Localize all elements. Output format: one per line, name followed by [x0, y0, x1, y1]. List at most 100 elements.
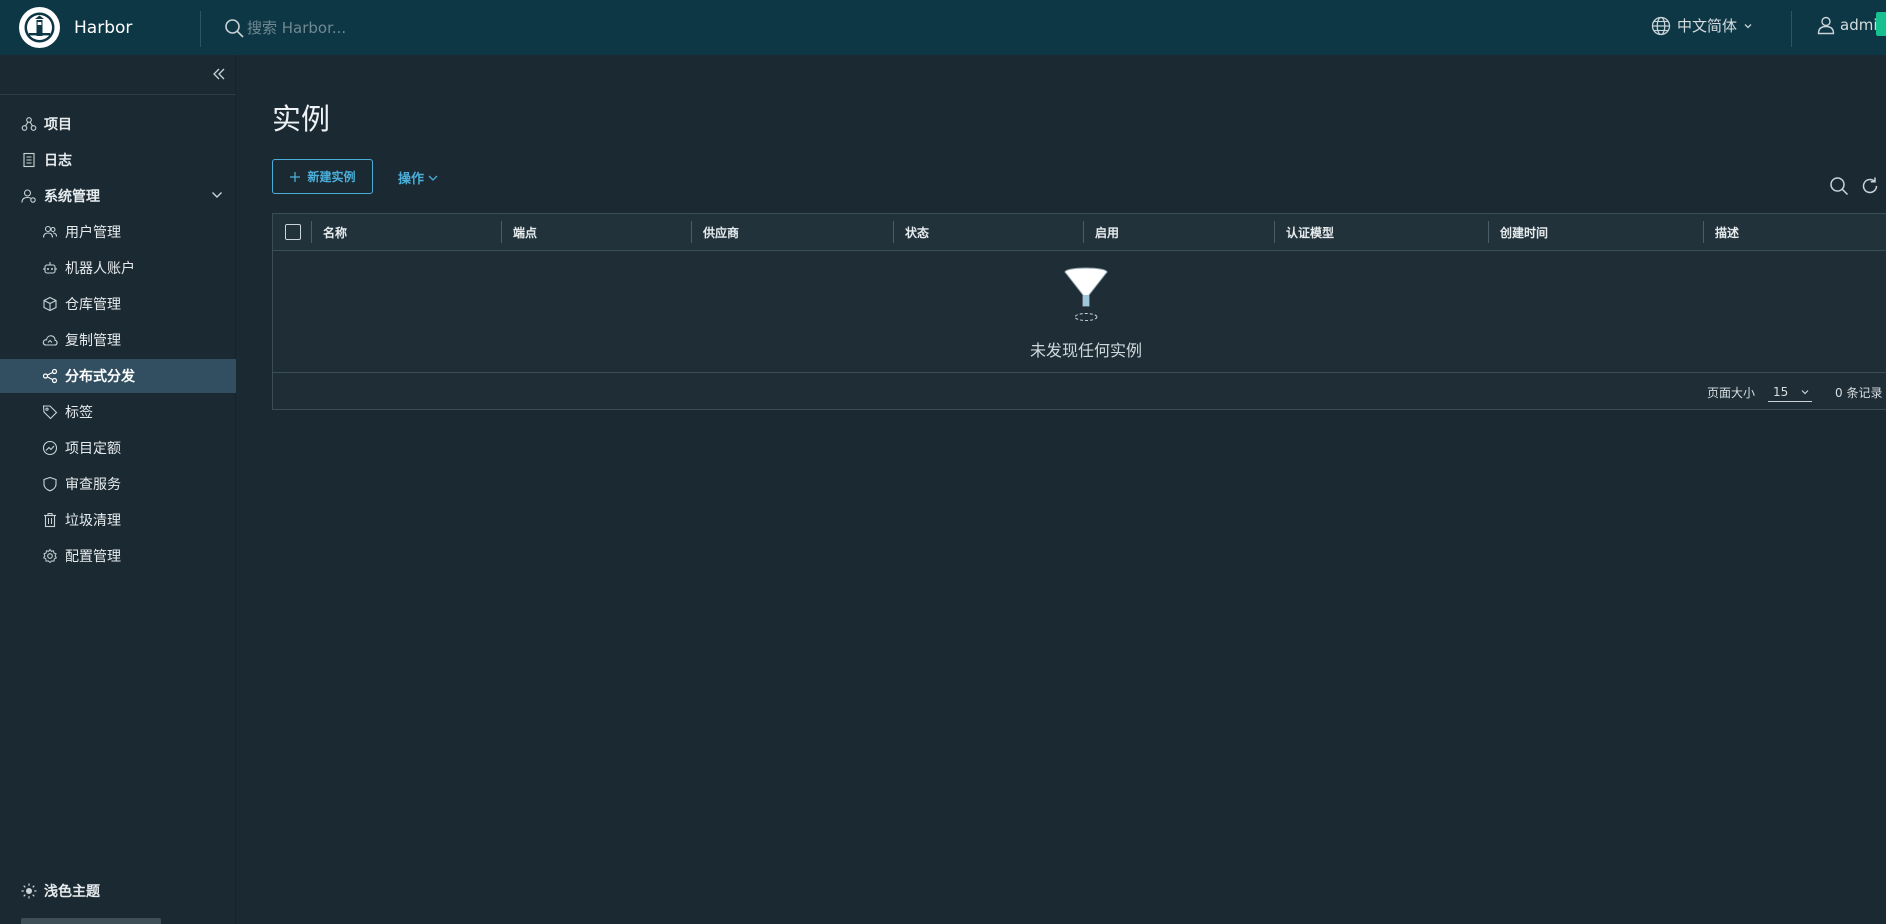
sidebar-item-label: 项目定额 — [65, 441, 121, 457]
refresh-button[interactable] — [1860, 176, 1880, 200]
page-size-select[interactable]: 15 — [1768, 382, 1812, 402]
sidebar-item-label: 项目 — [44, 117, 72, 133]
column-header-name[interactable]: 名称 — [311, 214, 501, 250]
user-status-badge — [1876, 12, 1886, 36]
chevron-down-icon — [212, 192, 222, 198]
table-header: 名称 端点 供应商 状态 启用 认证模型 创建时间 描述 — [273, 214, 1886, 251]
grid-search-button[interactable] — [1829, 176, 1849, 200]
sidebar-item-logs[interactable]: 日志 — [0, 143, 236, 177]
users-icon — [42, 225, 58, 238]
sidebar-item-garbage-collection[interactable]: 垃圾清理 — [0, 503, 236, 537]
quota-icon — [42, 440, 58, 456]
version-info-truncated — [21, 916, 181, 924]
harbor-logo-icon — [19, 7, 60, 48]
header-divider-right — [1791, 11, 1792, 47]
sidebar-item-projects[interactable]: 项目 — [0, 107, 236, 141]
admin-icon — [21, 189, 36, 203]
top-header: Harbor 中文简体 admin — [0, 0, 1886, 55]
brand[interactable]: Harbor — [0, 0, 200, 55]
sidebar-item-label: 复制管理 — [65, 333, 121, 349]
theme-toggle-button[interactable]: 浅色主题 — [21, 881, 100, 901]
empty-message: 未发现任何实例 — [1029, 341, 1142, 360]
column-header-creation-time[interactable]: 创建时间 — [1488, 214, 1703, 250]
header-divider — [200, 11, 201, 47]
column-label: 名称 — [323, 225, 348, 240]
search-input[interactable] — [247, 16, 467, 40]
gear-icon — [42, 548, 58, 564]
sidebar-item-label: 系统管理 — [44, 189, 100, 205]
column-label: 端点 — [513, 225, 538, 240]
trash-icon — [44, 513, 56, 528]
new-instance-button[interactable]: 新建实例 — [272, 159, 373, 194]
column-label: 创建时间 — [1500, 225, 1549, 240]
global-search[interactable] — [224, 16, 467, 40]
sidebar: 项目 日志 系统管理 用户管理 机器人账户 仓库管理 复制管理 分布式分发 标签… — [0, 55, 236, 924]
theme-toggle-label: 浅色主题 — [44, 884, 100, 900]
sun-icon — [21, 883, 37, 899]
new-instance-label: 新建实例 — [307, 170, 356, 184]
shield-icon — [43, 476, 57, 492]
sidebar-item-users[interactable]: 用户管理 — [0, 215, 236, 249]
search-icon — [1830, 177, 1849, 196]
column-header-status[interactable]: 状态 — [893, 214, 1083, 250]
sidebar-item-label: 垃圾清理 — [65, 513, 121, 529]
column-label: 描述 — [1715, 225, 1740, 240]
replication-icon — [42, 335, 58, 346]
logs-icon — [23, 152, 35, 168]
select-all-checkbox[interactable] — [285, 224, 301, 240]
sidebar-collapse-button[interactable] — [210, 65, 228, 83]
page-size-value: 15 — [1773, 384, 1789, 399]
share-icon — [42, 368, 58, 384]
sidebar-item-label: 日志 — [44, 153, 72, 169]
sidebar-item-distributions[interactable]: 分布式分发 — [0, 359, 236, 393]
column-label: 供应商 — [703, 225, 740, 240]
column-label: 状态 — [905, 225, 930, 240]
empty-funnel-icon — [1064, 267, 1108, 321]
actions-dropdown[interactable]: 操作 — [398, 168, 439, 187]
search-icon — [225, 18, 244, 38]
sidebar-item-configuration[interactable]: 配置管理 — [0, 539, 236, 573]
sidebar-item-interrogation-services[interactable]: 审查服务 — [0, 467, 236, 501]
column-header-vendor[interactable]: 供应商 — [691, 214, 893, 250]
column-header-description[interactable]: 描述 — [1703, 214, 1886, 250]
sidebar-item-label: 机器人账户 — [65, 261, 135, 277]
sidebar-item-label: 分布式分发 — [65, 369, 135, 385]
language-label: 中文简体 — [1677, 17, 1738, 35]
projects-icon — [21, 117, 37, 131]
globe-icon — [1651, 16, 1671, 35]
tag-icon — [42, 405, 58, 420]
user-icon — [1817, 16, 1835, 35]
double-chevron-left-icon — [213, 68, 225, 80]
column-header-auth-mode[interactable]: 认证模型 — [1274, 214, 1488, 250]
total-records: 0 条记录 — [1835, 386, 1883, 400]
table-footer: 页面大小 15 0 条记录 — [273, 372, 1886, 410]
robot-icon — [43, 262, 57, 274]
sidebar-item-label: 用户管理 — [65, 225, 121, 241]
column-label: 认证模型 — [1286, 225, 1335, 240]
brand-name: Harbor — [74, 17, 133, 38]
sidebar-item-admin[interactable]: 系统管理 — [0, 179, 236, 213]
sidebar-item-registries[interactable]: 仓库管理 — [0, 287, 236, 321]
sidebar-item-labels[interactable]: 标签 — [0, 395, 236, 429]
sidebar-item-label: 审查服务 — [65, 477, 121, 493]
chevron-down-icon — [1744, 23, 1752, 28]
sidebar-item-label: 仓库管理 — [65, 297, 121, 313]
sidebar-item-replications[interactable]: 复制管理 — [0, 323, 236, 357]
sidebar-item-label: 配置管理 — [65, 549, 121, 565]
sidebar-item-quotas[interactable]: 项目定额 — [0, 431, 236, 465]
sidebar-item-robot-accounts[interactable]: 机器人账户 — [0, 251, 236, 285]
instances-table: 名称 端点 供应商 状态 启用 认证模型 创建时间 描述 未发现任何实例 页面大… — [272, 213, 1886, 410]
language-selector[interactable]: 中文简体 — [1651, 15, 1753, 36]
column-header-enabled[interactable]: 启用 — [1083, 214, 1273, 250]
actions-label: 操作 — [398, 172, 425, 187]
column-header-endpoint[interactable]: 端点 — [501, 214, 691, 250]
empty-placeholder: 未发现任何实例 — [273, 251, 1886, 372]
registry-icon — [43, 296, 57, 312]
page-title: 实例 — [272, 102, 331, 136]
plus-icon — [290, 171, 301, 182]
chevron-down-icon — [428, 175, 438, 181]
page-size-label: 页面大小 — [1707, 386, 1756, 400]
sidebar-item-label: 标签 — [65, 405, 93, 421]
column-label: 启用 — [1095, 225, 1120, 240]
refresh-icon — [1862, 177, 1878, 194]
